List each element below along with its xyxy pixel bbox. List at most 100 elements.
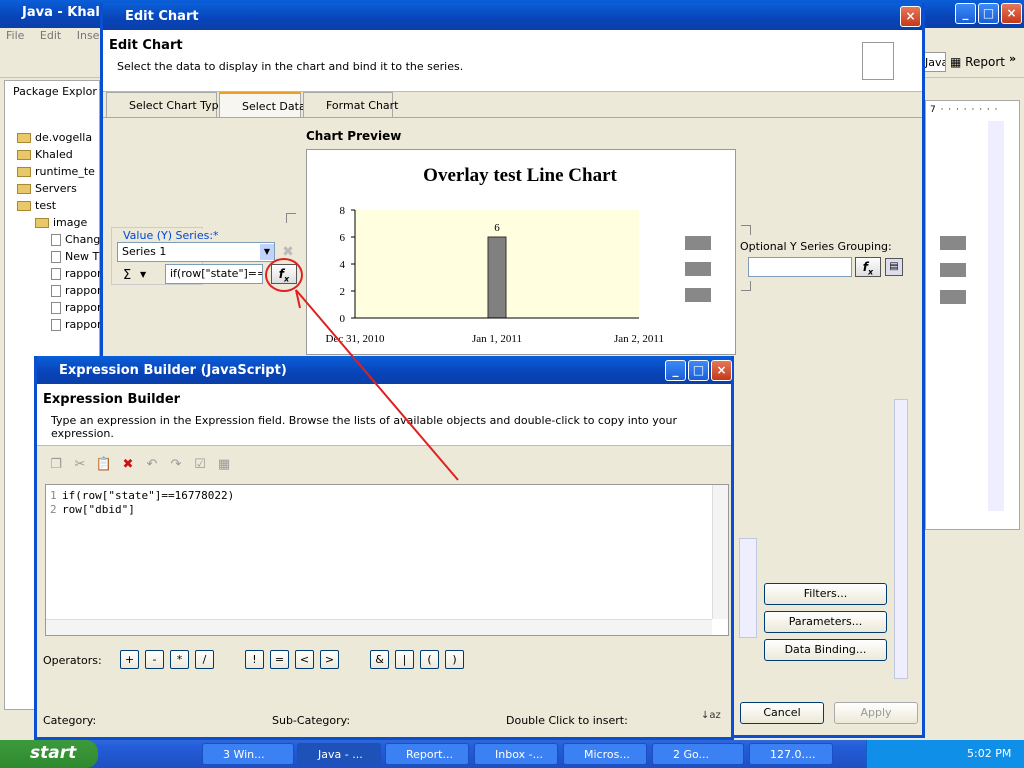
taskbar-item[interactable]: Java - ... bbox=[297, 743, 381, 765]
subcategory-label: Sub-Category: bbox=[272, 714, 351, 727]
data-binding-icon[interactable]: ▤ bbox=[885, 258, 903, 276]
clock[interactable]: 5:02 PM bbox=[967, 747, 1011, 760]
file-icon bbox=[51, 319, 61, 331]
table-scrollbar[interactable] bbox=[739, 538, 757, 638]
operator-close-paren-button[interactable]: ) bbox=[445, 650, 464, 669]
tree-item[interactable]: de.vogella bbox=[17, 131, 92, 147]
operator-divide-button[interactable]: / bbox=[195, 650, 214, 669]
package-explorer-tab[interactable]: Package Explor bbox=[13, 85, 97, 98]
data-binding-button[interactable]: Data Binding... bbox=[764, 639, 887, 661]
tree-item[interactable]: rappor bbox=[51, 267, 101, 283]
taskbar-item[interactable]: Inbox -... bbox=[474, 743, 558, 765]
cut-icon[interactable]: ✂ bbox=[71, 456, 89, 474]
code-line[interactable]: if(row["state"]==16778022) bbox=[62, 489, 234, 502]
operator-not-button[interactable]: ! bbox=[245, 650, 264, 669]
header-description: Type an expression in the Expression fie… bbox=[51, 414, 677, 440]
perspective-report[interactable]: ▦ Report bbox=[950, 55, 1005, 69]
tree-item[interactable]: test bbox=[17, 199, 56, 215]
edit-chart-title: Edit Chart bbox=[103, 3, 922, 30]
x-tick-label: Jan 2, 2011 bbox=[614, 333, 664, 345]
chevron-down-icon[interactable]: ▼ bbox=[140, 270, 146, 279]
expression-editor[interactable]: 1 if(row["state"]==16778022) 2 row["dbid… bbox=[45, 484, 729, 636]
header-description: Select the data to display in the chart … bbox=[117, 60, 464, 73]
sort-az-icon[interactable]: ↓az bbox=[701, 710, 721, 721]
operator-multiply-button[interactable]: * bbox=[170, 650, 189, 669]
series-select[interactable]: Series 1 bbox=[117, 242, 275, 262]
grouping-expression-button[interactable]: fx bbox=[855, 257, 881, 277]
parameters-button[interactable]: Parameters... bbox=[764, 611, 887, 633]
vertical-scrollbar[interactable] bbox=[712, 485, 728, 619]
tree-item[interactable]: New T bbox=[51, 250, 99, 266]
tree-item[interactable]: rappor bbox=[51, 301, 101, 317]
tree-item[interactable]: Khaled bbox=[17, 148, 73, 164]
operator-or-button[interactable]: | bbox=[395, 650, 414, 669]
tree-item[interactable]: rappor bbox=[51, 284, 101, 300]
perspective-java[interactable]: Java bbox=[922, 52, 946, 72]
operator-minus-button[interactable]: - bbox=[145, 650, 164, 669]
cancel-button[interactable]: Cancel bbox=[740, 702, 824, 724]
chevron-right-icon[interactable]: » bbox=[1009, 52, 1016, 65]
tab-select-chart-type[interactable]: Select Chart Type bbox=[106, 92, 225, 117]
chart-preview: Overlay test Line Chart 0 2 4 6 8 6 Dec 31, … bbox=[306, 149, 736, 355]
y-tick-label: 6 bbox=[340, 232, 346, 244]
taskbar-item[interactable]: 127.0.... bbox=[749, 743, 833, 765]
tree-item[interactable]: runtime_te bbox=[17, 165, 95, 181]
delete-icon[interactable]: ✖ bbox=[119, 456, 137, 474]
ruler: 7 · · · · · · · · bbox=[930, 105, 999, 115]
y-tick-label: 2 bbox=[340, 286, 346, 298]
calculator-icon[interactable]: ▦ bbox=[215, 456, 233, 474]
bar bbox=[487, 236, 507, 319]
tree-item[interactable]: image bbox=[35, 216, 87, 232]
taskbar-item[interactable]: 3 Win... bbox=[202, 743, 294, 765]
operator-and-button[interactable]: & bbox=[370, 650, 389, 669]
apply-button[interactable]: Apply bbox=[834, 702, 918, 724]
vertical-scrollbar[interactable] bbox=[894, 399, 908, 679]
horizontal-scrollbar[interactable] bbox=[46, 619, 712, 635]
operator-plus-button[interactable]: + bbox=[120, 650, 139, 669]
tab-select-data[interactable]: Select Data bbox=[219, 92, 306, 117]
operator-open-paren-button[interactable]: ( bbox=[420, 650, 439, 669]
operators-label: Operators: bbox=[43, 654, 102, 667]
file-icon bbox=[51, 268, 61, 280]
vertical-scrollbar[interactable] bbox=[988, 121, 1004, 511]
corner-mark bbox=[741, 281, 751, 291]
start-button[interactable]: start bbox=[0, 740, 98, 768]
start-label: start bbox=[30, 743, 77, 763]
editor-panel: 7 · · · · · · · · bbox=[925, 100, 1020, 530]
taskbar-item[interactable]: Report... bbox=[385, 743, 469, 765]
close-icon[interactable]: × bbox=[900, 6, 921, 27]
tree-item[interactable]: Chang bbox=[51, 233, 100, 249]
redo-icon[interactable]: ↷ bbox=[167, 456, 185, 474]
menu-file[interactable]: File bbox=[6, 29, 24, 42]
maximize-icon[interactable]: □ bbox=[978, 3, 999, 24]
y-tick-label: 8 bbox=[340, 205, 346, 217]
filters-button[interactable]: Filters... bbox=[764, 583, 887, 605]
operator-equals-button[interactable]: = bbox=[270, 650, 289, 669]
code-line[interactable]: row["dbid"] bbox=[62, 503, 135, 516]
minimize-icon[interactable]: _ bbox=[665, 360, 686, 381]
series-expression-input[interactable]: if(row["state"]==1 bbox=[165, 264, 263, 284]
taskbar-item[interactable]: Micros... bbox=[563, 743, 647, 765]
taskbar-item[interactable]: 2 Go... bbox=[652, 743, 744, 765]
undo-icon[interactable]: ↶ bbox=[143, 456, 161, 474]
operator-less-button[interactable]: < bbox=[295, 650, 314, 669]
tree-item[interactable]: rappor bbox=[51, 318, 101, 334]
minimize-icon[interactable]: _ bbox=[955, 3, 976, 24]
tree-item[interactable]: Servers bbox=[17, 182, 77, 198]
chart-legend-marker bbox=[685, 288, 711, 302]
header-title: Expression Builder bbox=[43, 392, 181, 407]
grouping-input[interactable] bbox=[748, 257, 852, 277]
close-icon[interactable]: × bbox=[711, 360, 732, 381]
menu-edit[interactable]: Edit bbox=[40, 29, 61, 42]
sigma-icon[interactable]: Σ bbox=[123, 268, 131, 283]
copy-icon[interactable]: ❐ bbox=[47, 456, 65, 474]
close-icon[interactable]: × bbox=[1001, 3, 1022, 24]
operator-greater-button[interactable]: > bbox=[320, 650, 339, 669]
validate-icon[interactable]: ☑ bbox=[191, 456, 209, 474]
chart-title: Overlay test Line Chart bbox=[423, 165, 617, 186]
maximize-icon[interactable]: □ bbox=[688, 360, 709, 381]
paste-icon[interactable]: 📋 bbox=[95, 456, 113, 474]
line-number: 1 bbox=[50, 489, 57, 502]
chevron-down-icon[interactable]: ▼ bbox=[260, 244, 274, 260]
tab-format-chart[interactable]: Format Chart bbox=[303, 92, 399, 117]
